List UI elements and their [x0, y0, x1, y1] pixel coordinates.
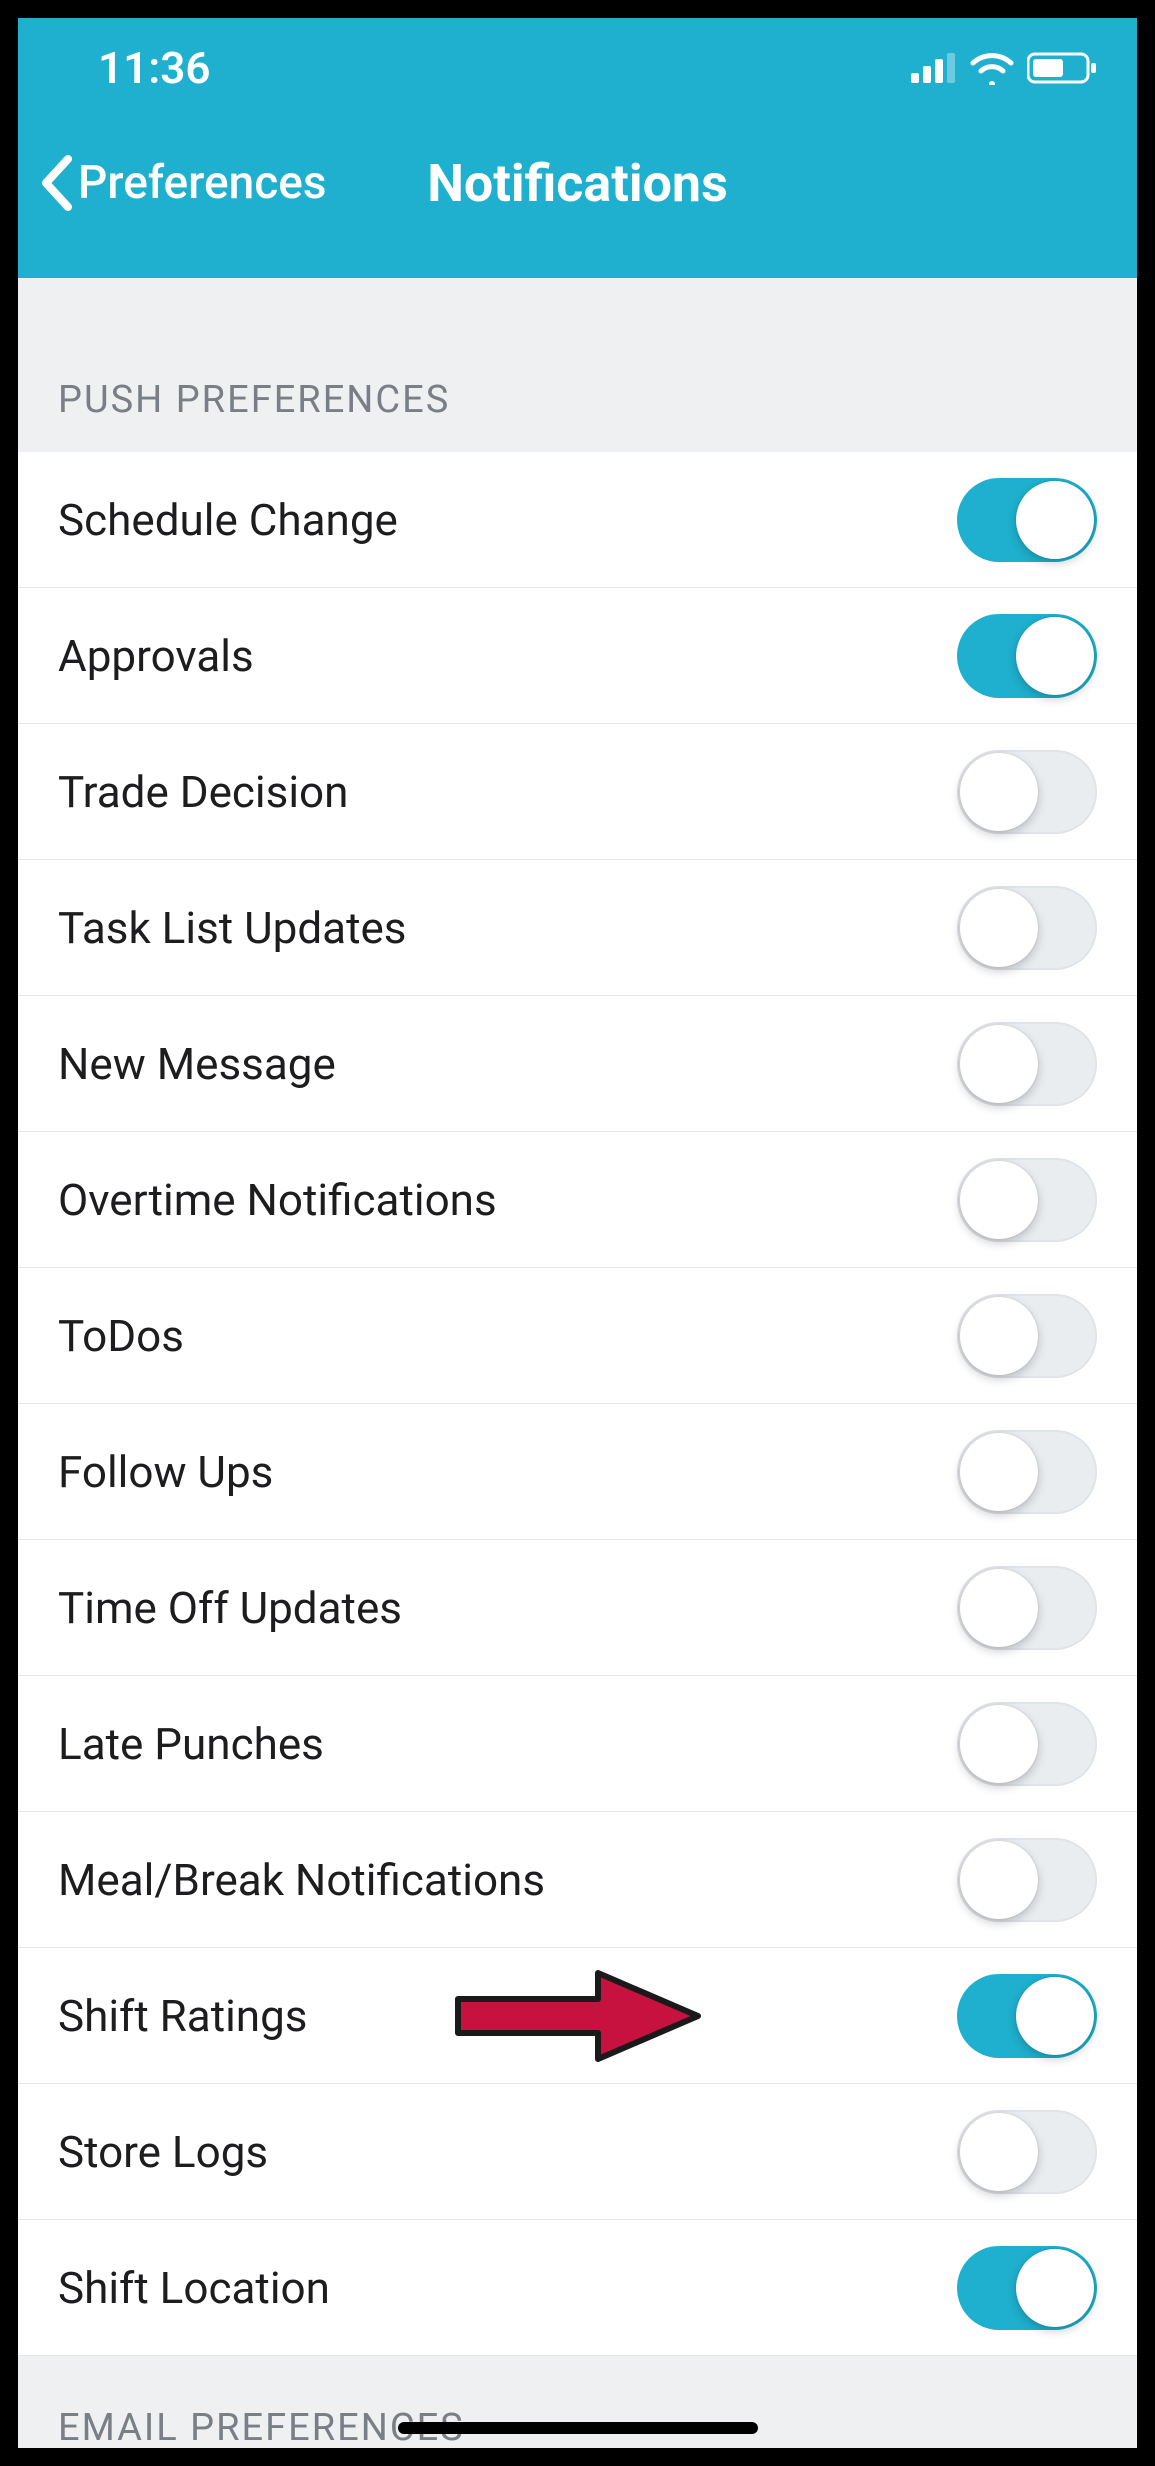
toggle-switch[interactable]	[957, 2110, 1097, 2194]
toggle-knob	[960, 1297, 1038, 1375]
toggle-knob	[1016, 617, 1094, 695]
setting-label: Overtime Notifications	[58, 1174, 497, 1226]
toggle-switch[interactable]	[957, 1430, 1097, 1514]
toggle-knob	[960, 1161, 1038, 1239]
setting-row: Approvals	[18, 588, 1137, 724]
toggle-knob	[960, 2113, 1038, 2191]
setting-label: Late Punches	[58, 1718, 324, 1770]
setting-row: Task List Updates	[18, 860, 1137, 996]
setting-row: Store Logs	[18, 2084, 1137, 2220]
setting-row: Shift Ratings	[18, 1948, 1137, 2084]
toggle-switch[interactable]	[957, 1158, 1097, 1242]
setting-label: Approvals	[58, 630, 254, 682]
toggle-switch[interactable]	[957, 886, 1097, 970]
toggle-switch[interactable]	[957, 2246, 1097, 2330]
status-time: 11:36	[98, 42, 211, 94]
toggle-knob	[960, 1025, 1038, 1103]
setting-row: Time Off Updates	[18, 1540, 1137, 1676]
toggle-switch[interactable]	[957, 1022, 1097, 1106]
toggle-switch[interactable]	[957, 1702, 1097, 1786]
setting-row: Follow Ups	[18, 1404, 1137, 1540]
setting-label: New Message	[58, 1038, 336, 1090]
content: PUSH PREFERENCES Schedule Change Approval…	[18, 278, 1137, 2448]
setting-row: Shift Location	[18, 2220, 1137, 2356]
toggle-knob	[960, 1705, 1038, 1783]
toggle-switch[interactable]	[957, 614, 1097, 698]
setting-row: ToDos	[18, 1268, 1137, 1404]
toggle-switch[interactable]	[957, 750, 1097, 834]
home-indicator	[398, 2422, 758, 2434]
cellular-icon	[911, 53, 957, 83]
toggle-switch[interactable]	[957, 1974, 1097, 2058]
setting-row: Trade Decision	[18, 724, 1137, 860]
setting-row: Late Punches	[18, 1676, 1137, 1812]
toggle-switch[interactable]	[957, 1294, 1097, 1378]
toggle-switch[interactable]	[957, 1566, 1097, 1650]
section-header-email: EMAIL PREFERENCES	[18, 2356, 1137, 2448]
status-icons	[911, 51, 1097, 85]
toggle-switch[interactable]	[957, 1838, 1097, 1922]
setting-row: New Message	[18, 996, 1137, 1132]
setting-label: ToDos	[58, 1310, 184, 1362]
toggle-knob	[960, 753, 1038, 831]
annotation-arrow-icon	[448, 1961, 708, 2071]
setting-label: Time Off Updates	[58, 1582, 402, 1634]
setting-label: Schedule Change	[58, 494, 398, 546]
wifi-icon	[969, 51, 1015, 85]
setting-label: Meal/Break Notifications	[58, 1854, 545, 1906]
setting-row: Meal/Break Notifications	[18, 1812, 1137, 1948]
toggle-knob	[960, 1569, 1038, 1647]
battery-icon	[1027, 51, 1097, 85]
setting-label: Store Logs	[58, 2126, 268, 2178]
toggle-switch[interactable]	[957, 478, 1097, 562]
push-preferences-list: Schedule Change Approvals Trade Decision Ta…	[18, 452, 1137, 2356]
setting-row: Overtime Notifications	[18, 1132, 1137, 1268]
toggle-knob	[1016, 1977, 1094, 2055]
toggle-knob	[960, 889, 1038, 967]
setting-label: Shift Location	[58, 2262, 330, 2314]
toggle-knob	[960, 1433, 1038, 1511]
toggle-knob	[1016, 481, 1094, 559]
status-bar: 11:36	[18, 18, 1137, 118]
setting-row: Schedule Change	[18, 452, 1137, 588]
toggle-knob	[1016, 2249, 1094, 2327]
setting-label: Trade Decision	[58, 766, 348, 818]
setting-label: Task List Updates	[58, 902, 407, 954]
setting-label: Shift Ratings	[58, 1990, 308, 2042]
back-label: Preferences	[78, 156, 327, 210]
setting-label: Follow Ups	[58, 1446, 273, 1498]
nav-bar: Preferences Notifications	[18, 118, 1137, 278]
section-header-push: PUSH PREFERENCES	[18, 278, 1137, 452]
toggle-knob	[960, 1841, 1038, 1919]
back-button[interactable]: Preferences	[38, 155, 327, 211]
chevron-left-icon	[38, 155, 74, 211]
